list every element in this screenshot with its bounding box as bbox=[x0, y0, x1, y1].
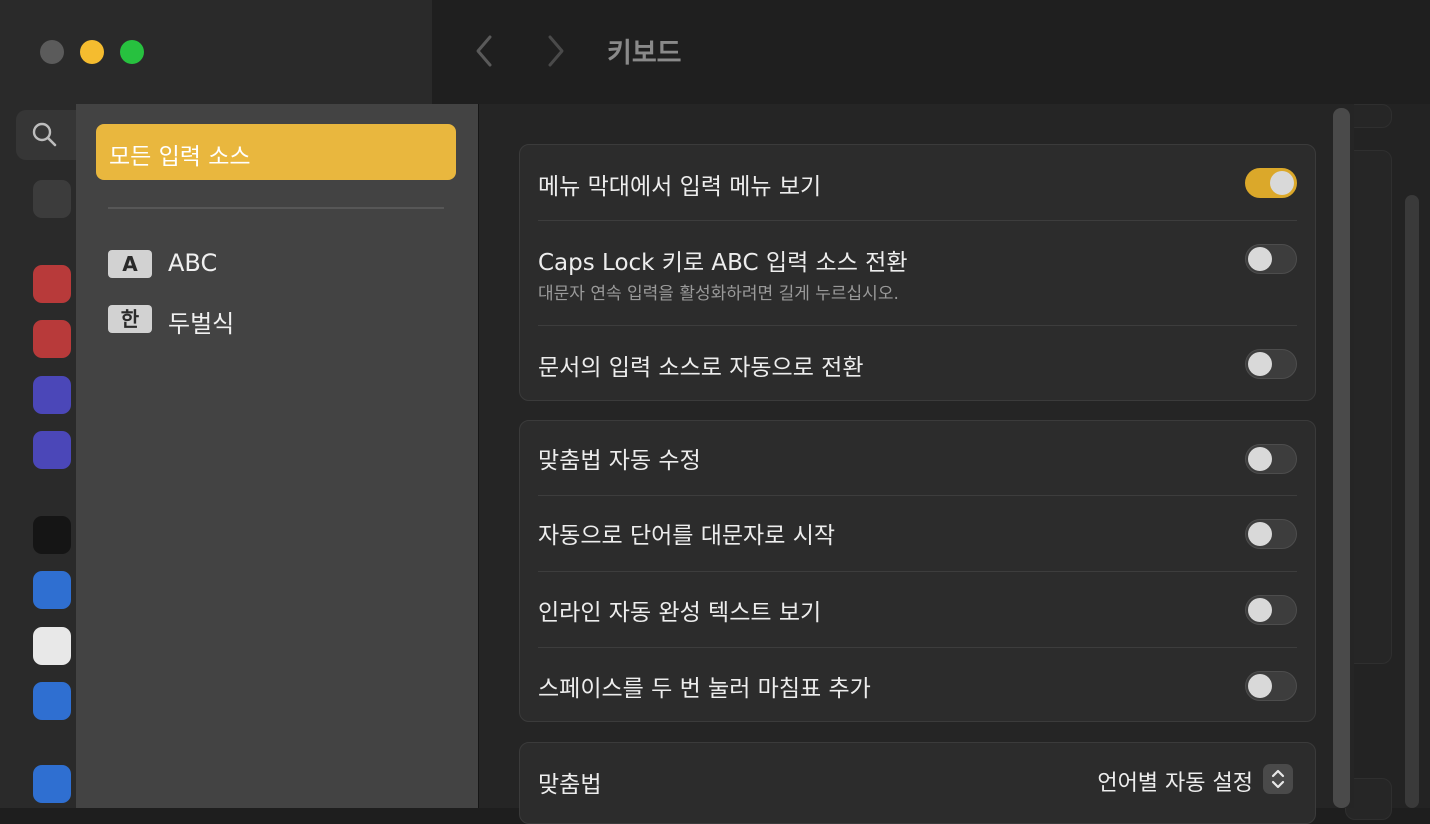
back-chevron-icon[interactable] bbox=[470, 33, 500, 69]
search-icon bbox=[30, 120, 60, 154]
spotlight-icon[interactable] bbox=[33, 180, 71, 218]
auto-switch-source-toggle[interactable] bbox=[1245, 349, 1297, 379]
settings-row: 인라인 자동 완성 텍스트 보기 bbox=[520, 571, 1315, 646]
auto-correct-label: 맞춤법 자동 수정 bbox=[538, 448, 701, 474]
settings-row: 맞춤법 자동 수정 bbox=[520, 421, 1315, 496]
sheet-scrollbar[interactable] bbox=[1333, 108, 1350, 808]
page-title: 키보드 bbox=[607, 38, 682, 69]
focus-moon-icon[interactable] bbox=[33, 376, 71, 414]
settings-row: 스페이스를 두 번 눌러 마침표 추가 bbox=[520, 647, 1315, 721]
input-source-item-abc[interactable]: A ABC bbox=[108, 249, 438, 281]
settings-row: 메뉴 막대에서 입력 메뉴 보기 bbox=[520, 145, 1315, 221]
double-space-period-toggle[interactable] bbox=[1245, 671, 1297, 701]
close-window-button[interactable] bbox=[40, 40, 64, 64]
users-icon[interactable] bbox=[33, 682, 71, 720]
sound-icon[interactable] bbox=[33, 320, 71, 358]
settings-row: Caps Lock 키로 ABC 입력 소스 전환 대문자 연속 입력을 활성화… bbox=[520, 221, 1315, 325]
settings-row: 문서의 입력 소스로 자동으로 전환 bbox=[520, 326, 1315, 400]
window-toolbar bbox=[432, 0, 1430, 104]
auto-capitalize-toggle[interactable] bbox=[1245, 519, 1297, 549]
zoom-window-button[interactable] bbox=[120, 40, 144, 64]
notifications-icon[interactable] bbox=[33, 265, 71, 303]
spelling-label: 맞춤법 bbox=[538, 772, 602, 798]
all-input-sources-label: 모든 입력 소스 bbox=[109, 144, 251, 170]
text-correction-group: 맞춤법 자동 수정 자동으로 단어를 대문자로 시작 인라인 자동 완성 텍스트… bbox=[519, 420, 1316, 722]
privacy-hand-icon[interactable] bbox=[33, 571, 71, 609]
divider bbox=[108, 207, 444, 209]
inline-predictive-toggle[interactable] bbox=[1245, 595, 1297, 625]
input-source-label: ABC bbox=[168, 249, 218, 277]
auto-correct-toggle[interactable] bbox=[1245, 444, 1297, 474]
input-source-item-dubeolsik[interactable]: 한 두벌식 bbox=[108, 304, 438, 338]
spelling-group: 맞춤법 언어별 자동 설정 bbox=[519, 742, 1316, 824]
auto-switch-source-label: 문서의 입력 소스로 자동으로 전환 bbox=[538, 355, 864, 381]
hangul-badge-icon: 한 bbox=[108, 305, 152, 333]
input-sources-list-pane bbox=[76, 104, 479, 808]
minimize-window-button[interactable] bbox=[80, 40, 104, 64]
settings-row: 자동으로 단어를 대문자로 시작 bbox=[520, 496, 1315, 571]
screen-time-icon[interactable] bbox=[33, 431, 71, 469]
lock-screen-icon[interactable] bbox=[33, 516, 71, 554]
forward-chevron-icon[interactable] bbox=[540, 33, 570, 69]
all-input-sources-item[interactable]: 모든 입력 소스 bbox=[96, 124, 456, 180]
show-input-menu-label: 메뉴 막대에서 입력 메뉴 보기 bbox=[538, 174, 822, 200]
auto-capitalize-label: 자동으로 단어를 대문자로 시작 bbox=[538, 523, 836, 549]
spelling-popup-button[interactable] bbox=[1263, 764, 1293, 794]
up-down-chevron-icon bbox=[1263, 769, 1293, 798]
internet-accounts-icon[interactable] bbox=[33, 765, 71, 803]
input-menu-settings-group: 메뉴 막대에서 입력 메뉴 보기 Caps Lock 키로 ABC 입력 소스 … bbox=[519, 144, 1316, 401]
caps-lock-switch-toggle[interactable] bbox=[1245, 244, 1297, 274]
spelling-popup-value[interactable]: 언어별 자동 설정 bbox=[1097, 765, 1253, 797]
touch-id-icon[interactable] bbox=[33, 627, 71, 665]
inline-predictive-label: 인라인 자동 완성 텍스트 보기 bbox=[538, 600, 822, 626]
input-source-label: 두벌식 bbox=[168, 310, 235, 338]
caps-lock-switch-label: Caps Lock 키로 ABC 입력 소스 전환 bbox=[538, 250, 908, 276]
caps-lock-switch-description: 대문자 연속 입력을 활성화하려면 길게 누르십시오. bbox=[538, 284, 899, 304]
show-input-menu-toggle[interactable] bbox=[1245, 168, 1297, 198]
double-space-period-label: 스페이스를 두 번 눌러 마침표 추가 bbox=[538, 676, 871, 702]
background-scrollbar[interactable] bbox=[1405, 195, 1419, 808]
abc-badge-icon: A bbox=[108, 250, 152, 278]
